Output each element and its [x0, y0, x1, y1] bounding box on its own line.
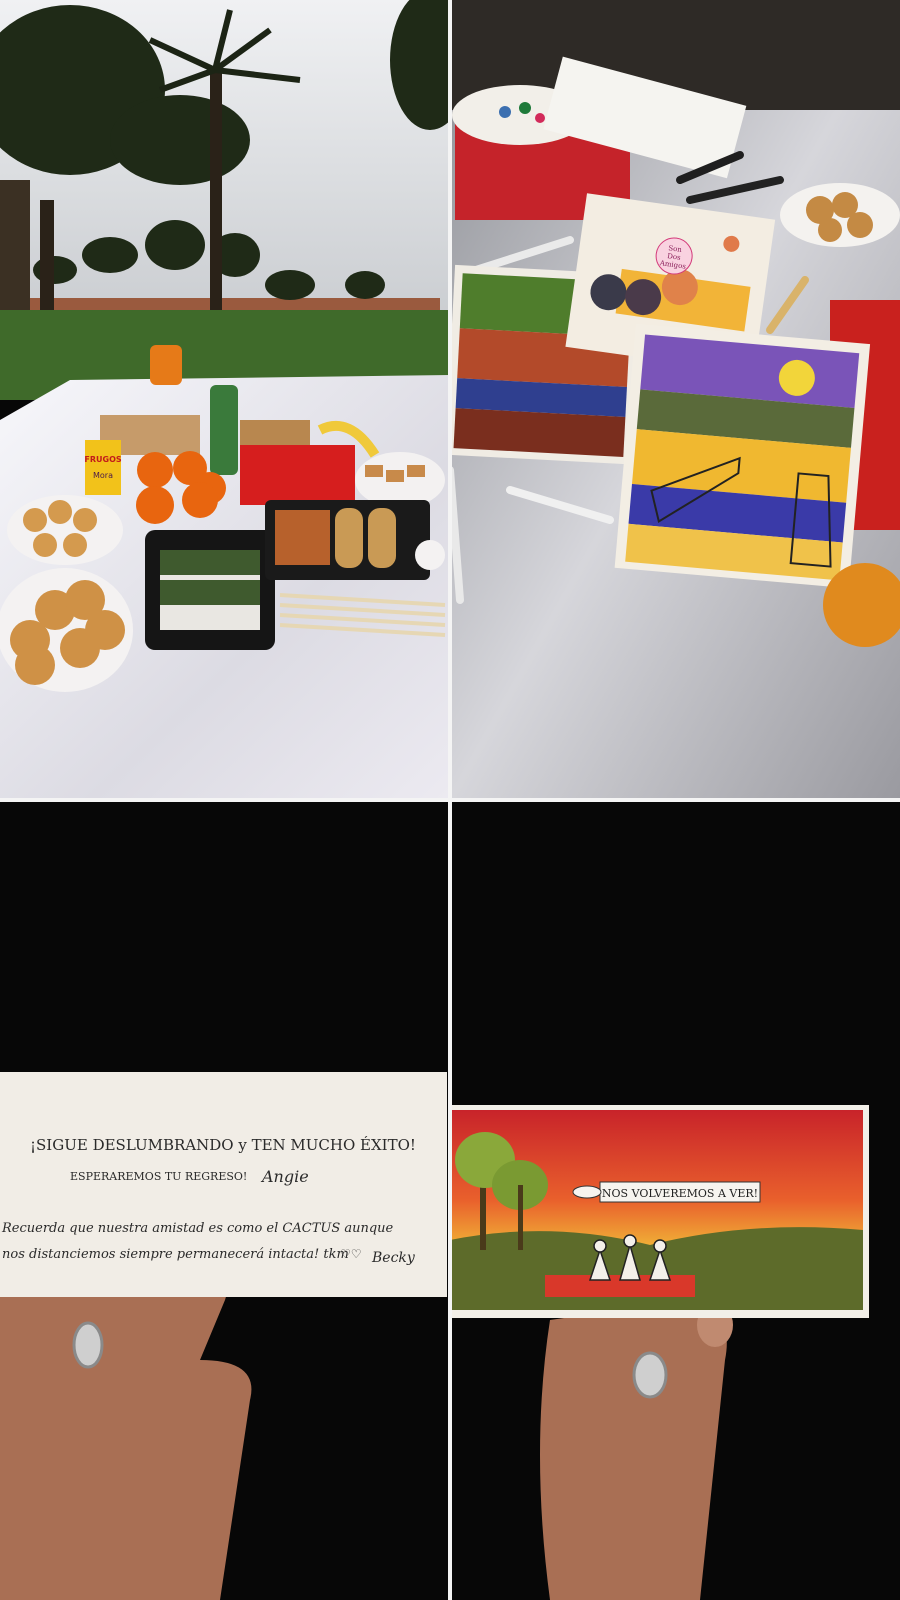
note-line-4: nos distanciemos siempre permanecerá int… [2, 1247, 349, 1262]
picnic-scene: FRUGOS Mora [0, 0, 450, 800]
hand [540, 1300, 733, 1600]
note-line-3: Recuerda que nuestra amistad es como el … [1, 1221, 394, 1236]
ring [72, 1321, 104, 1369]
signature-angie: Angie [260, 1167, 309, 1186]
juice-brand-label: FRUGOS [84, 455, 121, 464]
signature-becky: Becky [371, 1250, 416, 1266]
distant-wall [20, 298, 440, 312]
note-scene: ¡SIGUE DESLUMBRANDO y TEN MUCHO ÉXITO! E… [0, 800, 450, 1600]
hand [0, 1260, 252, 1600]
drawings-scene: Son Dos Amigos [450, 0, 900, 800]
note-line-1: ¡SIGUE DESLUMBRANDO y TEN MUCHO ÉXITO! [30, 1136, 416, 1154]
juice-box: FRUGOS Mora [84, 440, 122, 495]
pier-drawing [614, 323, 871, 589]
photo-drawings: Son Dos Amigos [450, 0, 900, 800]
photo-handwritten-note: ¡SIGUE DESLUMBRANDO y TEN MUCHO ÉXITO! E… [0, 800, 450, 1600]
three-figures [588, 1234, 672, 1281]
juice-flavor-label: Mora [93, 471, 113, 480]
ring [632, 1351, 668, 1399]
card-scene: NOS VOLVEREMOS A VER! [450, 800, 900, 1600]
collage-divider-horizontal [0, 798, 900, 802]
photo-picnic-park: FRUGOS Mora [0, 0, 450, 800]
hearts: ♡♡ [340, 1247, 362, 1261]
note-line-2: ESPERAREMOS TU REGRESO! [70, 1170, 247, 1183]
orange-juice-bottle [150, 345, 182, 385]
sauce-cup [415, 540, 445, 570]
banner-text: NOS VOLVEREMOS A VER! [602, 1187, 758, 1200]
green-bottle [210, 385, 238, 475]
banner-balloon [572, 1185, 602, 1199]
red-box [240, 445, 355, 505]
photo-painted-card: NOS VOLVEREMOS A VER! [450, 800, 900, 1600]
